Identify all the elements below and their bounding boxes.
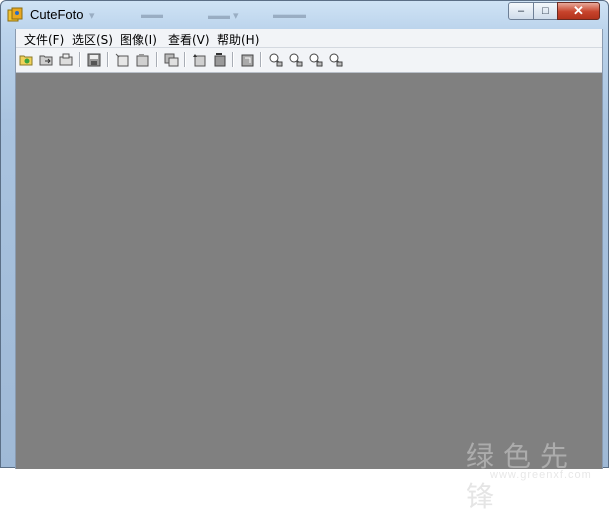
cutefoto-app-icon bbox=[7, 7, 23, 22]
background-ghost-text: ▬▬ ▾ bbox=[208, 10, 239, 22]
menu-image[interactable]: 图像(I) bbox=[120, 31, 157, 48]
minimize-button[interactable]: – bbox=[508, 2, 534, 20]
zoom-out-icon[interactable] bbox=[287, 51, 304, 68]
window-title: CuteFoto bbox=[30, 7, 84, 22]
toolbar-separator bbox=[156, 52, 158, 67]
zoom-in-icon[interactable] bbox=[267, 51, 284, 68]
new-selection-icon[interactable] bbox=[114, 51, 131, 68]
acquire-icon[interactable] bbox=[58, 51, 75, 68]
menu-select[interactable]: 选区(S) bbox=[72, 31, 113, 48]
client-area: 文件(F) 选区(S) 图像(I) 查看(V) 帮助(H) 绿色先锋 www.g… bbox=[15, 29, 603, 513]
toolbar-separator bbox=[232, 52, 234, 67]
app-window: CuteFoto ▾ ▬▬ ▬▬ ▾ ▬▬▬ – □ ✕ 文件(F) 选区(S)… bbox=[0, 0, 609, 513]
toolbar bbox=[16, 48, 602, 73]
zoom-actual-icon[interactable] bbox=[327, 51, 344, 68]
minimize-icon: – bbox=[517, 5, 525, 17]
menu-file[interactable]: 文件(F) bbox=[24, 31, 64, 48]
menu-view[interactable]: 查看(V) bbox=[168, 31, 210, 48]
zoom-fit-icon[interactable] bbox=[307, 51, 324, 68]
title-bar[interactable]: CuteFoto ▾ ▬▬ ▬▬ ▾ ▬▬▬ – □ ✕ bbox=[1, 1, 608, 28]
crop-icon[interactable] bbox=[163, 51, 180, 68]
open-folder-icon[interactable] bbox=[18, 51, 35, 68]
background-ghost-text: ▬▬▬ bbox=[273, 9, 306, 21]
background-ghost-text: ▬▬ bbox=[141, 9, 163, 21]
toolbar-separator bbox=[107, 52, 109, 67]
save-icon[interactable] bbox=[86, 51, 103, 68]
open-recent-icon[interactable] bbox=[38, 51, 55, 68]
background-ghost-text: ▾ bbox=[89, 10, 95, 22]
watermark-url: www.greenxf.com bbox=[490, 469, 592, 481]
paste-icon[interactable] bbox=[134, 51, 151, 68]
toolbar-separator bbox=[79, 52, 81, 67]
close-button[interactable]: ✕ bbox=[557, 2, 600, 20]
menu-bar: 文件(F) 选区(S) 图像(I) 查看(V) 帮助(H) bbox=[16, 29, 602, 48]
toolbar-separator bbox=[260, 52, 262, 67]
image-canvas[interactable]: 绿色先锋 www.greenxf.com bbox=[16, 73, 602, 513]
maximize-icon: □ bbox=[542, 5, 549, 17]
rotate-icon[interactable] bbox=[191, 51, 208, 68]
menu-help[interactable]: 帮助(H) bbox=[217, 31, 259, 48]
toolbar-separator bbox=[184, 52, 186, 67]
maximize-button[interactable]: □ bbox=[533, 2, 558, 20]
resize-icon[interactable] bbox=[239, 51, 256, 68]
flip-icon[interactable] bbox=[211, 51, 228, 68]
close-icon: ✕ bbox=[573, 3, 584, 18]
